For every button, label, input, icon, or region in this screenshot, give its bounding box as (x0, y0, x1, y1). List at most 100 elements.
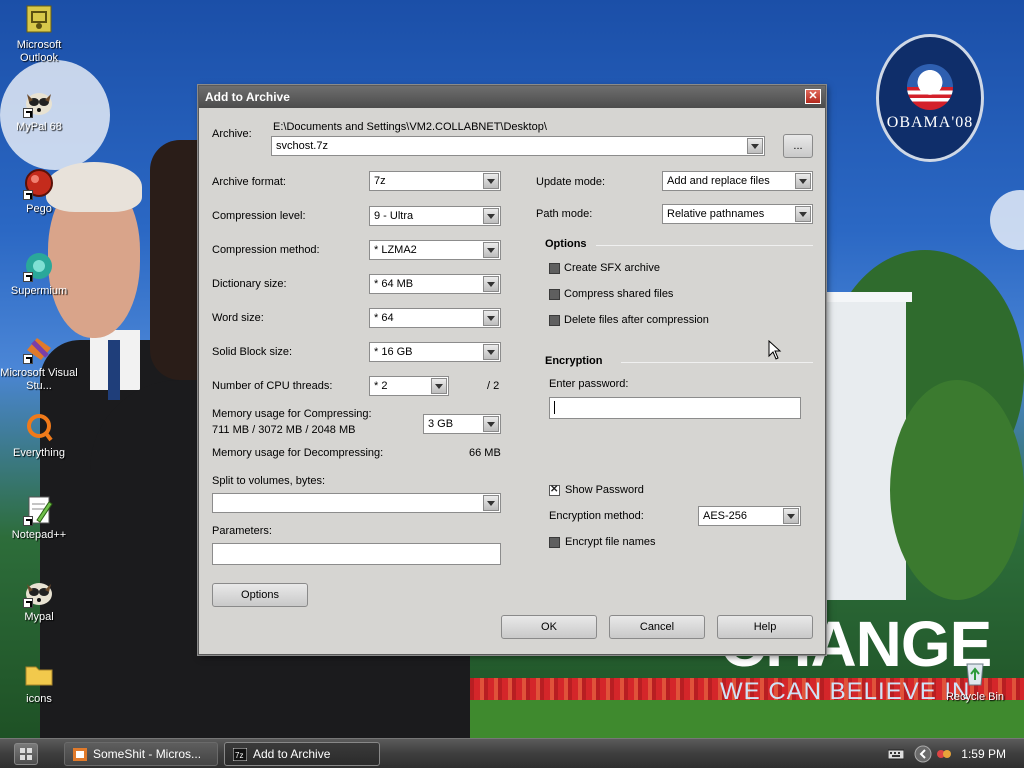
chevron-down-icon[interactable] (483, 416, 499, 432)
chevron-down-icon[interactable] (483, 495, 499, 511)
path-mode-select[interactable]: Relative pathnames (662, 204, 813, 224)
word-size-select[interactable]: * 64 (369, 308, 501, 328)
mem-compress-select[interactable]: 3 GB (423, 414, 501, 434)
chevron-down-icon[interactable] (795, 173, 811, 189)
lawn (460, 700, 1024, 740)
create-sfx-label[interactable]: Create SFX archive (564, 262, 660, 274)
compression-method-value: * LZMA2 (374, 244, 417, 256)
encryption-group-divider (621, 362, 813, 363)
show-password-checkbox[interactable] (549, 484, 560, 496)
create-sfx-checkbox[interactable] (549, 263, 560, 274)
desktop-icon-icons-folder[interactable]: icons (0, 658, 78, 706)
desktop-icon-supermium[interactable]: Supermium (0, 250, 78, 298)
cloud (990, 190, 1024, 250)
password-input[interactable] (549, 397, 801, 419)
archive-name-combo[interactable]: svchost.7z (271, 136, 765, 156)
desktop-icon-label: Everything (13, 447, 65, 459)
encryption-method-select[interactable]: AES-256 (698, 506, 801, 526)
compress-shared-checkbox[interactable] (549, 289, 560, 300)
close-button[interactable]: ✕ (805, 89, 821, 104)
taskbar-item-label: Add to Archive (253, 747, 331, 761)
taskbar-item-someshit[interactable]: SomeShit - Micros... (64, 742, 218, 766)
text-caret (554, 401, 555, 414)
system-tray: 1:59 PM (884, 739, 1024, 768)
ok-button[interactable]: OK (501, 615, 597, 639)
mem-decompress-value: 66 MB (469, 447, 501, 459)
shortcut-arrow-icon (23, 354, 33, 364)
update-mode-select[interactable]: Add and replace files (662, 171, 813, 191)
chevron-down-icon[interactable] (747, 138, 763, 154)
browse-button[interactable]: ... (783, 134, 813, 158)
chevron-down-icon[interactable] (783, 508, 799, 524)
compression-method-select[interactable]: * LZMA2 (369, 240, 501, 260)
chevron-down-icon[interactable] (795, 206, 811, 222)
desktop-icon-notepad-plus-plus[interactable]: Notepad++ (0, 494, 78, 542)
chevron-down-icon[interactable] (431, 378, 447, 394)
network-icon[interactable] (936, 747, 952, 761)
svg-text:7z: 7z (235, 751, 243, 760)
person-head (150, 140, 200, 380)
show-hidden-icons-icon[interactable] (914, 745, 932, 763)
encryption-method-label: Encryption method: (549, 510, 644, 522)
compression-method-label: Compression method: (212, 244, 320, 256)
shortcut-arrow-icon (23, 598, 33, 608)
options-group-divider (596, 245, 813, 246)
dictionary-size-select[interactable]: * 64 MB (369, 274, 501, 294)
cancel-button[interactable]: Cancel (609, 615, 705, 639)
dictionary-size-label: Dictionary size: (212, 278, 287, 290)
desktop-icon-everything[interactable]: Everything (0, 412, 78, 460)
split-volumes-combo[interactable] (212, 493, 501, 513)
folder-icon (23, 658, 55, 690)
desktop-icon-recycle-bin[interactable]: Recycle Bin (936, 656, 1014, 704)
compression-level-select[interactable]: 9 - Ultra (369, 206, 501, 226)
desktop-icon-outlook[interactable]: Microsoft Outlook (0, 4, 78, 65)
solid-block-label: Solid Block size: (212, 346, 293, 358)
shortcut-arrow-icon (23, 108, 33, 118)
encrypt-names-label[interactable]: Encrypt file names (565, 536, 655, 548)
notepad-plus-plus-icon (23, 494, 55, 526)
solid-block-select[interactable]: * 16 GB (369, 342, 501, 362)
update-mode-value: Add and replace files (667, 175, 770, 187)
pego-icon (23, 168, 55, 200)
encryption-method-value: AES-256 (703, 510, 748, 522)
taskbar-clock[interactable]: 1:59 PM (961, 747, 1006, 761)
chevron-down-icon[interactable] (483, 208, 499, 224)
help-button[interactable]: Help (717, 615, 813, 639)
compress-shared-label[interactable]: Compress shared files (564, 288, 673, 300)
mypal-icon (23, 86, 55, 118)
delete-after-checkbox[interactable] (549, 315, 560, 326)
chevron-down-icon[interactable] (483, 344, 499, 360)
compression-level-label: Compression level: (212, 210, 306, 222)
encryption-group-heading: Encryption (545, 355, 603, 367)
chevron-down-icon[interactable] (483, 242, 499, 258)
delete-after-label[interactable]: Delete files after compression (564, 314, 709, 326)
options-button[interactable]: Options (212, 583, 308, 607)
supermium-icon (23, 250, 55, 282)
show-password-label[interactable]: Show Password (565, 484, 644, 496)
desktop-icon-label: Pego (26, 203, 52, 215)
cpu-threads-select[interactable]: * 2 (369, 376, 449, 396)
start-button[interactable] (14, 743, 38, 765)
path-mode-label: Path mode: (536, 208, 593, 220)
chevron-down-icon[interactable] (483, 276, 499, 292)
shortcut-arrow-icon (23, 272, 33, 282)
parameters-input[interactable] (212, 543, 501, 565)
archive-format-select[interactable]: 7z (369, 171, 501, 191)
encrypt-names-checkbox[interactable] (549, 537, 560, 548)
keyboard-icon[interactable] (888, 747, 904, 761)
taskbar-item-add-to-archive[interactable]: 7z Add to Archive (224, 742, 380, 766)
desktop-icon-mypal[interactable]: Mypal (0, 576, 78, 624)
desktop-icon-label: Mypal (24, 611, 54, 623)
chevron-down-icon[interactable] (483, 310, 499, 326)
desktop-icon-mypal-68[interactable]: MyPal 68 (0, 86, 78, 134)
archive-format-value: 7z (374, 175, 386, 187)
chevron-down-icon[interactable] (483, 173, 499, 189)
desktop-icon-pego[interactable]: Pego (0, 168, 78, 216)
visual-studio-icon (23, 332, 55, 364)
shortcut-arrow-icon (23, 516, 33, 526)
dialog-titlebar[interactable]: Add to Archive ✕ (199, 86, 825, 108)
word-size-label: Word size: (212, 312, 264, 324)
archive-format-label: Archive format: (212, 176, 286, 188)
shortcut-arrow-icon (23, 190, 33, 200)
desktop-icon-visual-studio[interactable]: Microsoft Visual Stu... (0, 332, 78, 393)
